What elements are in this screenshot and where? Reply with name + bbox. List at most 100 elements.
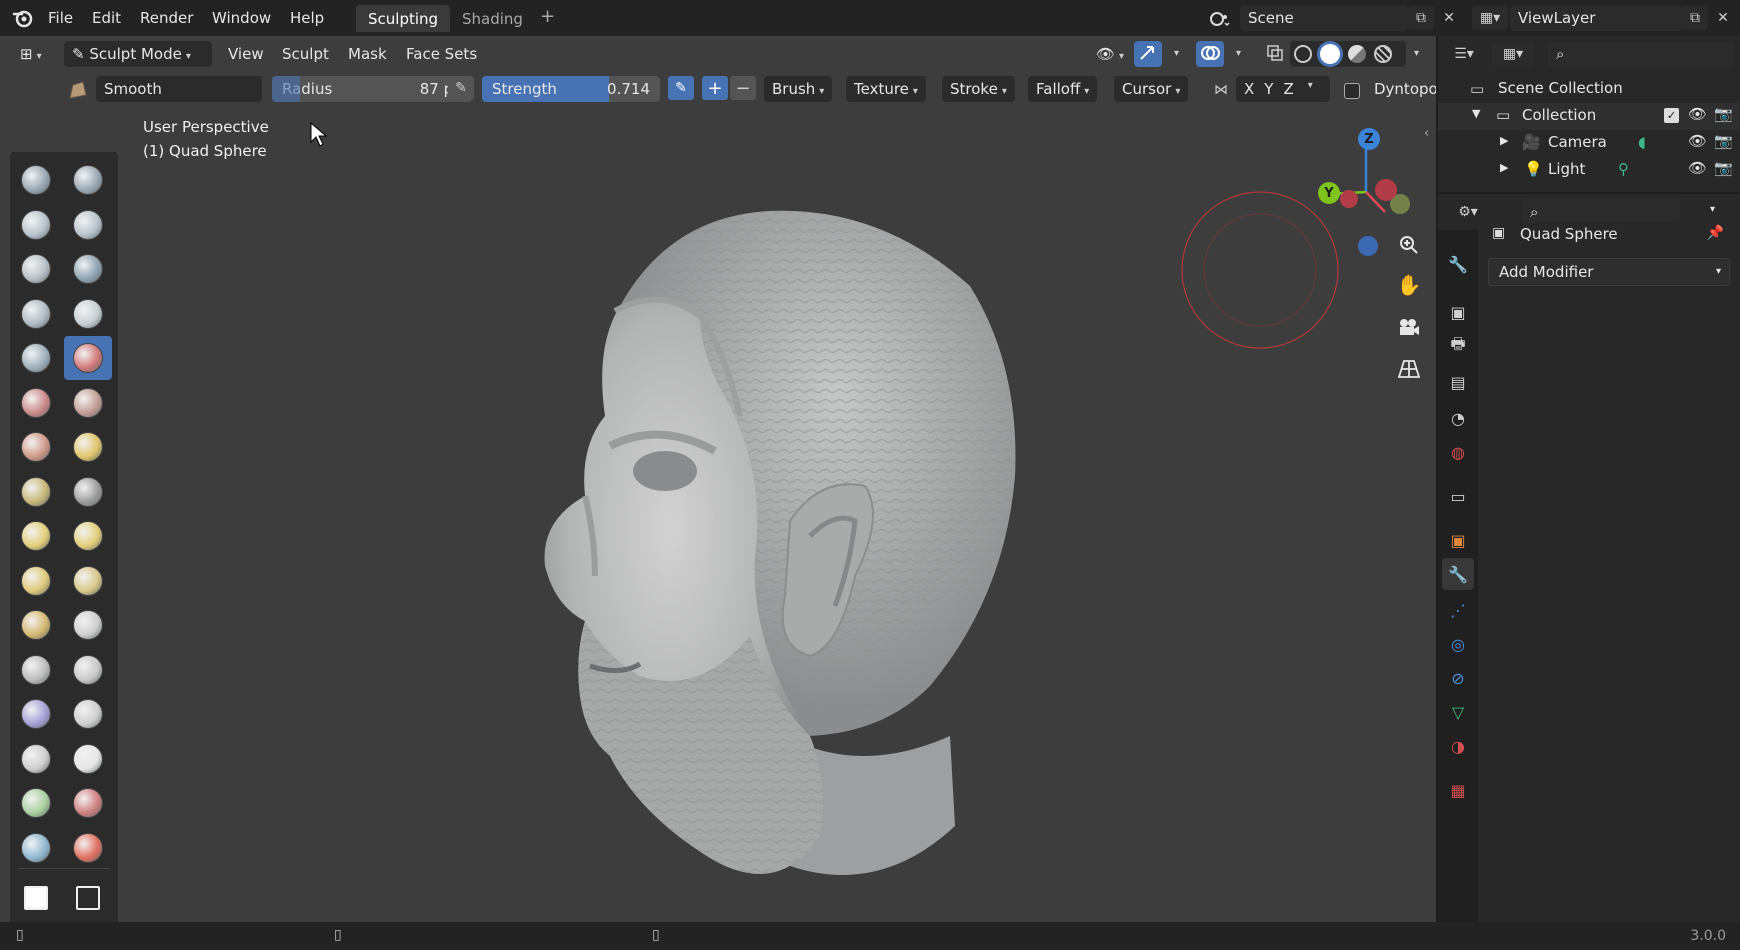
symmetry-x-toggle[interactable]: X (1244, 80, 1254, 102)
menu-window[interactable]: Window (212, 9, 271, 27)
properties-editor-type-icon[interactable]: ⚙▾ (1448, 200, 1488, 224)
tool-thumb-icon[interactable] (12, 559, 60, 603)
tool-smear-icon[interactable] (64, 826, 112, 870)
output-tab-icon[interactable]: 🖶 (1442, 330, 1474, 362)
tool-mask-icon[interactable] (12, 737, 60, 781)
brush-name-field[interactable]: Smooth (96, 76, 262, 102)
zoom-icon[interactable] (1392, 228, 1426, 262)
tool-box-hide-icon[interactable] (64, 876, 112, 920)
modifier-tab-icon[interactable]: 🔧 (1442, 558, 1474, 590)
menu-render[interactable]: Render (140, 9, 193, 27)
tool-grab-icon[interactable] (64, 470, 112, 514)
strength-pressure-icon[interactable]: ✎ (668, 76, 694, 100)
tool-paint-icon[interactable] (12, 826, 60, 870)
camera-render-icon[interactable]: 📷 (1714, 132, 1733, 150)
world-tab-icon[interactable]: ◍ (1442, 436, 1474, 468)
outliner-row-scene-collection[interactable]: ▭ Scene Collection (1438, 76, 1740, 103)
tool-snake-hook-icon[interactable] (64, 514, 112, 558)
wireframe-shading-icon[interactable] (1294, 45, 1312, 63)
sidebar-collapse-icon[interactable]: ‹ (1424, 126, 1429, 141)
xray-toggle-icon[interactable] (1262, 41, 1288, 67)
overlay-toggle-icon[interactable] (1196, 41, 1224, 67)
symmetry-z-toggle[interactable]: Z (1283, 80, 1293, 102)
tool-scrape-icon[interactable] (12, 425, 60, 469)
direction-subtract-button[interactable]: − (730, 76, 756, 100)
brush-preview-icon[interactable] (62, 76, 94, 104)
expand-collection-icon[interactable]: ▼ (1472, 107, 1480, 120)
outliner-row-collection[interactable]: ▼ ▭ Collection ✓ 👁 📷 (1438, 103, 1740, 130)
tool-draw-icon[interactable] (12, 158, 60, 202)
shading-dropdown-icon[interactable]: ▾ (1414, 48, 1419, 59)
radius-slider[interactable]: Radius 87 px (272, 76, 472, 102)
menu-face-sets[interactable]: Face Sets (398, 41, 485, 67)
camera-view-icon[interactable] (1392, 310, 1426, 344)
tool-clay-strips-icon[interactable] (64, 203, 112, 247)
scene-name-field[interactable]: Scene (1240, 5, 1408, 31)
mode-selector[interactable]: ✎ Sculpt Mode ▾ (64, 41, 212, 67)
pin-icon[interactable]: 📌 (1707, 225, 1724, 241)
tool-fill-icon[interactable] (64, 381, 112, 425)
camera-data-icon[interactable]: ◖ (1638, 133, 1646, 151)
tool-draw-face-sets-icon[interactable] (64, 737, 112, 781)
dyntopo-checkbox[interactable] (1344, 83, 1360, 99)
gizmo-y-axis[interactable]: Y (1318, 182, 1340, 204)
tool-layer-icon[interactable] (64, 247, 112, 291)
tool-blob-icon[interactable] (64, 292, 112, 336)
physics-tab-icon[interactable]: ◎ (1442, 628, 1474, 660)
add-modifier-dropdown[interactable]: Add Modifier ▾ (1488, 258, 1730, 286)
material-tab-icon[interactable]: ◑ (1442, 730, 1474, 762)
render-tab-icon[interactable]: ▣ (1442, 296, 1474, 328)
delete-scene-icon[interactable]: ✕ (1436, 6, 1462, 30)
falloff-dropdown[interactable]: Falloff ▾ (1028, 76, 1098, 102)
menu-sculpt[interactable]: Sculpt (274, 41, 337, 67)
brush-dropdown[interactable]: Brush ▾ (764, 76, 833, 102)
gizmo-toggle-icon[interactable] (1134, 41, 1162, 67)
collection-tab-icon[interactable]: ▭ (1442, 480, 1474, 512)
tool-multires-displacement-eraser-icon[interactable] (12, 781, 60, 825)
scene-tab-icon[interactable]: ◔ (1442, 402, 1474, 434)
strength-slider[interactable]: Strength 0.714 (482, 76, 660, 102)
3d-viewport[interactable]: ⊞ ▾ ✎ Sculpt Mode ▾ View Sculpt Mask Face … (0, 36, 1436, 922)
tool-box-mask-icon[interactable] (12, 876, 60, 920)
tool-draw-sharp-icon[interactable] (64, 158, 112, 202)
radius-pressure-icon[interactable]: ✎ (448, 76, 474, 100)
tool-boundary-icon[interactable] (64, 648, 112, 692)
collection-include-checkbox[interactable]: ✓ (1664, 108, 1679, 123)
overlay-dropdown-icon[interactable]: ▾ (1236, 48, 1241, 59)
collection-visibility-icon[interactable]: 👁 (1688, 105, 1707, 123)
symmetry-butterfly-icon[interactable]: ⋈ (1208, 78, 1234, 102)
menu-file[interactable]: File (48, 9, 73, 27)
symmetry-dropdown-icon[interactable]: ▾ (1308, 80, 1313, 102)
add-workspace-button[interactable]: + (540, 6, 555, 27)
outliner-row-camera[interactable]: ▶ 🎥 Camera ◖ 👁 📷 (1438, 130, 1740, 157)
tool-settings-tab-icon[interactable]: 🔧 (1442, 248, 1474, 280)
tool-inflate-icon[interactable] (12, 292, 60, 336)
constraints-tab-icon[interactable]: ⊘ (1442, 662, 1474, 694)
tool-pinch-icon[interactable] (12, 470, 60, 514)
gizmo-dropdown-icon[interactable]: ▾ (1174, 48, 1179, 59)
tool-crease-icon[interactable] (12, 336, 60, 380)
tool-multires-displacement-smear-icon[interactable] (64, 781, 112, 825)
tab-sculpting[interactable]: Sculpting (356, 5, 451, 32)
blender-logo-icon[interactable] (12, 8, 34, 28)
tool-rotate-icon[interactable] (64, 603, 112, 647)
particles-tab-icon[interactable]: ⋰ (1442, 594, 1474, 626)
tool-clay-icon[interactable] (12, 203, 60, 247)
expand-light-icon[interactable]: ▶ (1500, 161, 1508, 174)
gizmo-neg-x-axis[interactable] (1340, 190, 1358, 208)
viewlayer-selector-icon[interactable]: ▦▾ (1472, 6, 1508, 30)
tool-pose-icon[interactable] (64, 559, 112, 603)
cursor-dropdown[interactable]: Cursor ▾ (1114, 76, 1189, 102)
outliner-search-input[interactable]: ⌕ (1548, 41, 1734, 67)
solid-shading-icon[interactable] (1320, 44, 1340, 64)
gizmo-z-axis[interactable]: Z (1358, 128, 1380, 150)
scene-selector-icon[interactable] (1206, 6, 1232, 30)
delete-viewlayer-icon[interactable]: ✕ (1710, 6, 1736, 30)
tool-slide-relax-icon[interactable] (12, 648, 60, 692)
data-tab-icon[interactable]: ▽ (1442, 696, 1474, 728)
symmetry-y-toggle[interactable]: Y (1264, 80, 1273, 102)
object-tab-icon[interactable]: ▣ (1442, 524, 1474, 556)
light-data-icon[interactable]: ⚲ (1618, 160, 1629, 178)
tool-simplify-icon[interactable] (64, 692, 112, 736)
new-viewlayer-icon[interactable]: ⧉ (1682, 6, 1708, 30)
